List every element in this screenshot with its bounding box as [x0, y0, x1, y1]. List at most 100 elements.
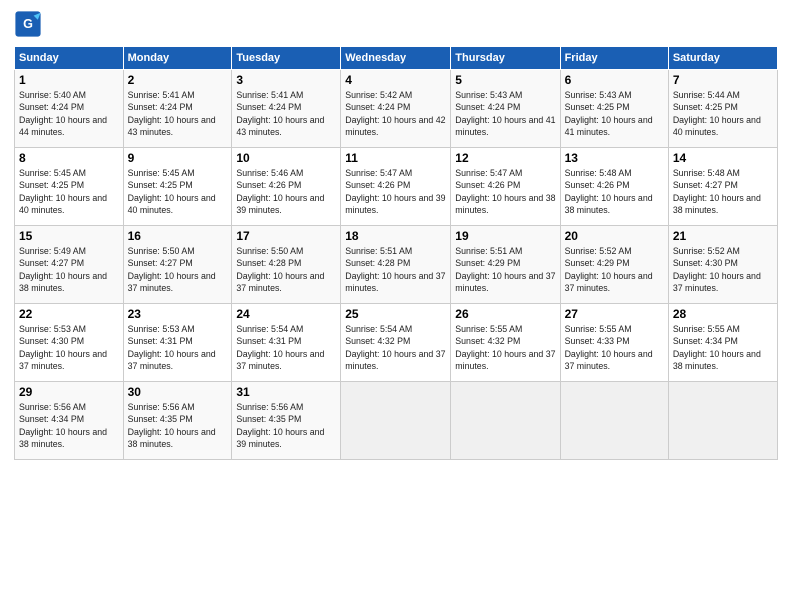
calendar-cell: 11 Sunrise: 5:47 AMSunset: 4:26 PMDaylig…	[341, 148, 451, 226]
calendar-cell: 23 Sunrise: 5:53 AMSunset: 4:31 PMDaylig…	[123, 304, 232, 382]
calendar-cell: 26 Sunrise: 5:55 AMSunset: 4:32 PMDaylig…	[451, 304, 560, 382]
day-info: Sunrise: 5:43 AMSunset: 4:25 PMDaylight:…	[565, 90, 653, 137]
day-number: 4	[345, 73, 446, 87]
day-number: 27	[565, 307, 664, 321]
day-info: Sunrise: 5:51 AMSunset: 4:29 PMDaylight:…	[455, 246, 555, 293]
calendar-cell: 16 Sunrise: 5:50 AMSunset: 4:27 PMDaylig…	[123, 226, 232, 304]
logo-icon: G	[14, 10, 42, 38]
weekday-header: Saturday	[668, 47, 777, 70]
calendar-cell: 31 Sunrise: 5:56 AMSunset: 4:35 PMDaylig…	[232, 382, 341, 460]
calendar-cell: 14 Sunrise: 5:48 AMSunset: 4:27 PMDaylig…	[668, 148, 777, 226]
day-number: 17	[236, 229, 336, 243]
day-info: Sunrise: 5:55 AMSunset: 4:32 PMDaylight:…	[455, 324, 555, 371]
day-info: Sunrise: 5:41 AMSunset: 4:24 PMDaylight:…	[128, 90, 216, 137]
day-number: 28	[673, 307, 773, 321]
calendar-cell: 30 Sunrise: 5:56 AMSunset: 4:35 PMDaylig…	[123, 382, 232, 460]
day-number: 9	[128, 151, 228, 165]
day-info: Sunrise: 5:55 AMSunset: 4:34 PMDaylight:…	[673, 324, 761, 371]
day-info: Sunrise: 5:46 AMSunset: 4:26 PMDaylight:…	[236, 168, 324, 215]
calendar-cell: 24 Sunrise: 5:54 AMSunset: 4:31 PMDaylig…	[232, 304, 341, 382]
calendar-cell: 21 Sunrise: 5:52 AMSunset: 4:30 PMDaylig…	[668, 226, 777, 304]
day-info: Sunrise: 5:50 AMSunset: 4:28 PMDaylight:…	[236, 246, 324, 293]
day-info: Sunrise: 5:48 AMSunset: 4:26 PMDaylight:…	[565, 168, 653, 215]
day-info: Sunrise: 5:52 AMSunset: 4:29 PMDaylight:…	[565, 246, 653, 293]
calendar-week-row: 22 Sunrise: 5:53 AMSunset: 4:30 PMDaylig…	[15, 304, 778, 382]
calendar-cell: 2 Sunrise: 5:41 AMSunset: 4:24 PMDayligh…	[123, 70, 232, 148]
calendar-table: SundayMondayTuesdayWednesdayThursdayFrid…	[14, 46, 778, 460]
day-info: Sunrise: 5:47 AMSunset: 4:26 PMDaylight:…	[455, 168, 555, 215]
calendar-cell: 29 Sunrise: 5:56 AMSunset: 4:34 PMDaylig…	[15, 382, 124, 460]
day-number: 23	[128, 307, 228, 321]
day-number: 13	[565, 151, 664, 165]
day-info: Sunrise: 5:56 AMSunset: 4:35 PMDaylight:…	[236, 402, 324, 449]
day-info: Sunrise: 5:47 AMSunset: 4:26 PMDaylight:…	[345, 168, 445, 215]
day-number: 16	[128, 229, 228, 243]
day-info: Sunrise: 5:50 AMSunset: 4:27 PMDaylight:…	[128, 246, 216, 293]
day-number: 26	[455, 307, 555, 321]
calendar-cell: 17 Sunrise: 5:50 AMSunset: 4:28 PMDaylig…	[232, 226, 341, 304]
day-number: 6	[565, 73, 664, 87]
day-info: Sunrise: 5:45 AMSunset: 4:25 PMDaylight:…	[19, 168, 107, 215]
calendar-cell: 20 Sunrise: 5:52 AMSunset: 4:29 PMDaylig…	[560, 226, 668, 304]
calendar-cell: 10 Sunrise: 5:46 AMSunset: 4:26 PMDaylig…	[232, 148, 341, 226]
calendar-cell: 8 Sunrise: 5:45 AMSunset: 4:25 PMDayligh…	[15, 148, 124, 226]
svg-text:G: G	[23, 17, 33, 31]
day-info: Sunrise: 5:53 AMSunset: 4:31 PMDaylight:…	[128, 324, 216, 371]
day-info: Sunrise: 5:54 AMSunset: 4:31 PMDaylight:…	[236, 324, 324, 371]
day-info: Sunrise: 5:53 AMSunset: 4:30 PMDaylight:…	[19, 324, 107, 371]
calendar-cell	[560, 382, 668, 460]
weekday-header: Sunday	[15, 47, 124, 70]
day-number: 7	[673, 73, 773, 87]
day-info: Sunrise: 5:45 AMSunset: 4:25 PMDaylight:…	[128, 168, 216, 215]
day-info: Sunrise: 5:43 AMSunset: 4:24 PMDaylight:…	[455, 90, 555, 137]
day-number: 18	[345, 229, 446, 243]
calendar-week-row: 15 Sunrise: 5:49 AMSunset: 4:27 PMDaylig…	[15, 226, 778, 304]
weekday-header: Thursday	[451, 47, 560, 70]
day-number: 11	[345, 151, 446, 165]
calendar-cell: 4 Sunrise: 5:42 AMSunset: 4:24 PMDayligh…	[341, 70, 451, 148]
day-number: 12	[455, 151, 555, 165]
day-info: Sunrise: 5:52 AMSunset: 4:30 PMDaylight:…	[673, 246, 761, 293]
logo: G	[14, 10, 44, 38]
calendar-week-row: 29 Sunrise: 5:56 AMSunset: 4:34 PMDaylig…	[15, 382, 778, 460]
calendar-cell: 5 Sunrise: 5:43 AMSunset: 4:24 PMDayligh…	[451, 70, 560, 148]
calendar-cell: 15 Sunrise: 5:49 AMSunset: 4:27 PMDaylig…	[15, 226, 124, 304]
day-info: Sunrise: 5:41 AMSunset: 4:24 PMDaylight:…	[236, 90, 324, 137]
calendar-cell: 28 Sunrise: 5:55 AMSunset: 4:34 PMDaylig…	[668, 304, 777, 382]
weekday-header: Friday	[560, 47, 668, 70]
day-number: 24	[236, 307, 336, 321]
calendar-cell: 13 Sunrise: 5:48 AMSunset: 4:26 PMDaylig…	[560, 148, 668, 226]
calendar-cell: 22 Sunrise: 5:53 AMSunset: 4:30 PMDaylig…	[15, 304, 124, 382]
day-info: Sunrise: 5:44 AMSunset: 4:25 PMDaylight:…	[673, 90, 761, 137]
main-container: G SundayMondayTuesdayWednesdayThursdayFr…	[0, 0, 792, 470]
day-number: 21	[673, 229, 773, 243]
day-info: Sunrise: 5:56 AMSunset: 4:35 PMDaylight:…	[128, 402, 216, 449]
day-number: 2	[128, 73, 228, 87]
day-info: Sunrise: 5:51 AMSunset: 4:28 PMDaylight:…	[345, 246, 445, 293]
weekday-header: Tuesday	[232, 47, 341, 70]
day-info: Sunrise: 5:55 AMSunset: 4:33 PMDaylight:…	[565, 324, 653, 371]
day-number: 20	[565, 229, 664, 243]
day-number: 29	[19, 385, 119, 399]
day-info: Sunrise: 5:48 AMSunset: 4:27 PMDaylight:…	[673, 168, 761, 215]
day-number: 30	[128, 385, 228, 399]
day-number: 3	[236, 73, 336, 87]
calendar-week-row: 8 Sunrise: 5:45 AMSunset: 4:25 PMDayligh…	[15, 148, 778, 226]
day-number: 8	[19, 151, 119, 165]
calendar-cell	[341, 382, 451, 460]
calendar-header-row: SundayMondayTuesdayWednesdayThursdayFrid…	[15, 47, 778, 70]
calendar-cell: 7 Sunrise: 5:44 AMSunset: 4:25 PMDayligh…	[668, 70, 777, 148]
calendar-cell: 12 Sunrise: 5:47 AMSunset: 4:26 PMDaylig…	[451, 148, 560, 226]
day-info: Sunrise: 5:54 AMSunset: 4:32 PMDaylight:…	[345, 324, 445, 371]
day-info: Sunrise: 5:42 AMSunset: 4:24 PMDaylight:…	[345, 90, 445, 137]
calendar-cell: 9 Sunrise: 5:45 AMSunset: 4:25 PMDayligh…	[123, 148, 232, 226]
calendar-body: 1 Sunrise: 5:40 AMSunset: 4:24 PMDayligh…	[15, 70, 778, 460]
day-number: 19	[455, 229, 555, 243]
day-number: 25	[345, 307, 446, 321]
day-number: 5	[455, 73, 555, 87]
day-number: 15	[19, 229, 119, 243]
day-number: 22	[19, 307, 119, 321]
header: G	[14, 10, 778, 38]
calendar-cell: 1 Sunrise: 5:40 AMSunset: 4:24 PMDayligh…	[15, 70, 124, 148]
weekday-header: Wednesday	[341, 47, 451, 70]
